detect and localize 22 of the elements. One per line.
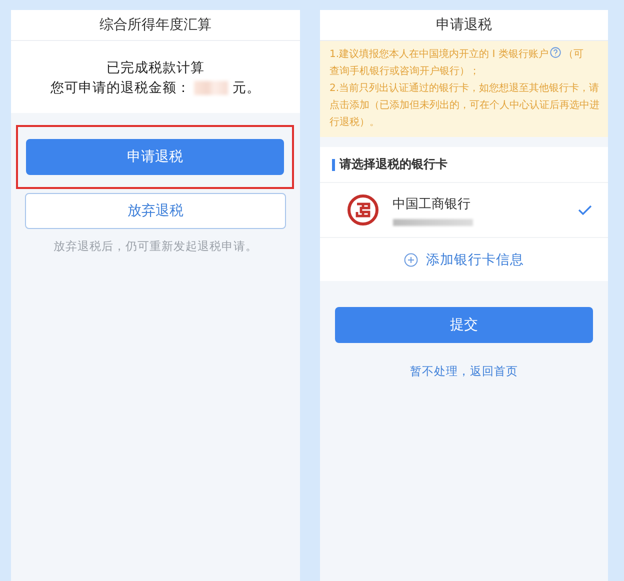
- bank-name: 中国工商银行: [392, 196, 472, 212]
- amount-label: 您可申请的退税金额：: [50, 79, 190, 97]
- status-text: 已完成税款计算: [106, 59, 204, 77]
- give-up-button[interactable]: 放弃退税: [25, 193, 286, 229]
- notice-text: （可: [563, 49, 584, 60]
- submit-button[interactable]: 提交: [334, 307, 593, 343]
- add-icon[interactable]: [404, 252, 418, 266]
- hint-text: 放弃退税后，仍可重新发起退税申请。: [52, 239, 258, 254]
- screen-title: 申请退税: [320, 10, 608, 41]
- accent-bar: [332, 158, 334, 170]
- amount-suffix: 元。: [232, 79, 260, 97]
- blurred-amount: [194, 81, 228, 95]
- back-home-link[interactable]: 暂不处理，返回首页: [320, 364, 608, 379]
- apply-refund-button[interactable]: 申请退税: [26, 139, 284, 175]
- notice-text: 查询手机银行或咨询开户银行）；: [330, 66, 480, 77]
- bank-logo-icon: [346, 194, 378, 226]
- help-icon[interactable]: [550, 47, 562, 58]
- notice-text: 1.建议填报您本人在中国境内开立的 I 类银行账户: [330, 49, 548, 60]
- screen-title: 综合所得年度汇算: [11, 10, 300, 41]
- notice-text: 2.当前只列出认证通过的银行卡，如您想退至其他银行卡，请点击添加（已添加但未列出的，可在个人中心认证后再选中进行退税）。: [330, 83, 600, 128]
- section-title: 请选择退税的银行卡: [340, 156, 448, 173]
- add-card-link[interactable]: 添加银行卡信息: [426, 250, 524, 268]
